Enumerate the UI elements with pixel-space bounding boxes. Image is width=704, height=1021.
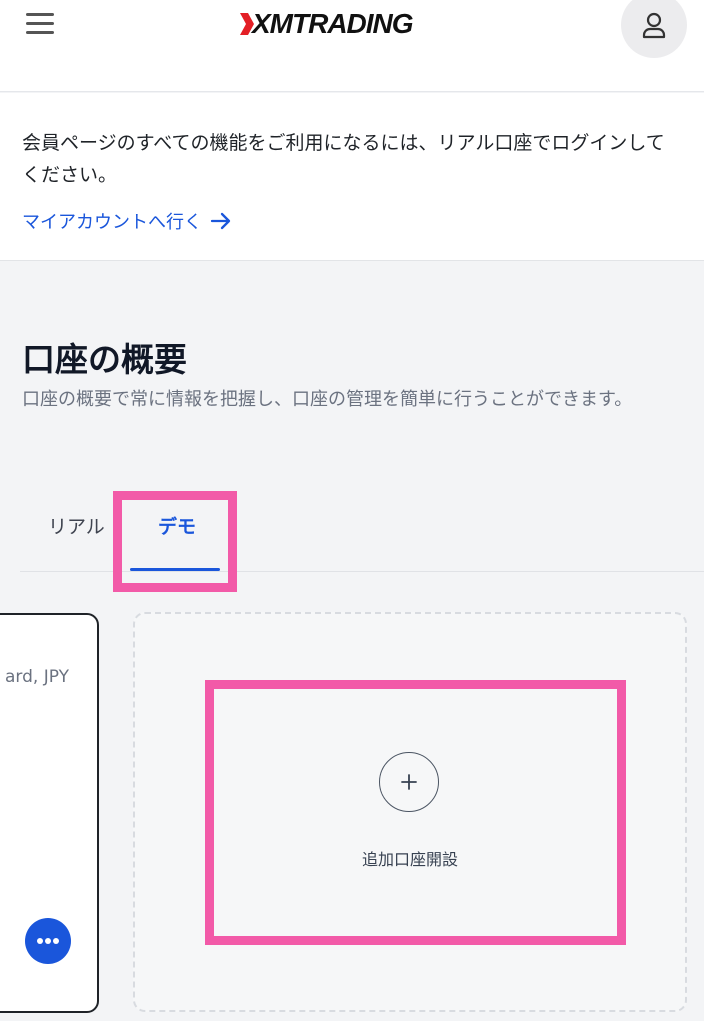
account-type-text: ard, JPY — [5, 667, 69, 687]
tab-demo[interactable]: デモ — [158, 512, 196, 539]
account-type-tabs: リアル デモ — [20, 490, 704, 572]
tab-real[interactable]: リアル — [48, 512, 105, 539]
notice-message: 会員ページのすべての機能をご利用になるには、リアル口座でログインしてください。 — [22, 132, 665, 186]
add-account-button[interactable] — [379, 752, 439, 812]
logo-text: XMTRADING — [252, 8, 414, 39]
top-header: XMTRADING — [0, 0, 704, 92]
plus-icon — [401, 774, 417, 790]
more-horizontal-icon — [37, 938, 59, 944]
page-description: 口座の概要で常に情報を把握し、口座の管理を簡単に行うことができます。 — [22, 389, 633, 410]
my-account-link[interactable]: マイアカウントへ行く — [22, 208, 232, 234]
hamburger-icon[interactable] — [24, 10, 58, 40]
add-account-card[interactable] — [133, 612, 687, 1012]
page-title: 口座の概要 — [22, 340, 187, 379]
xmtrading-logo[interactable]: XMTRADING — [240, 2, 414, 46]
login-notice: 会員ページのすべての機能をご利用になるには、リアル口座でログインしてください。 … — [0, 93, 704, 261]
user-icon — [642, 12, 666, 39]
active-tab-indicator — [130, 568, 220, 571]
my-account-link-label: マイアカウントへ行く — [22, 212, 202, 233]
arrow-right-icon — [210, 212, 231, 230]
user-account-button[interactable] — [621, 0, 687, 58]
add-account-label: 追加口座開設 — [361, 850, 458, 869]
account-more-button[interactable] — [25, 918, 71, 964]
